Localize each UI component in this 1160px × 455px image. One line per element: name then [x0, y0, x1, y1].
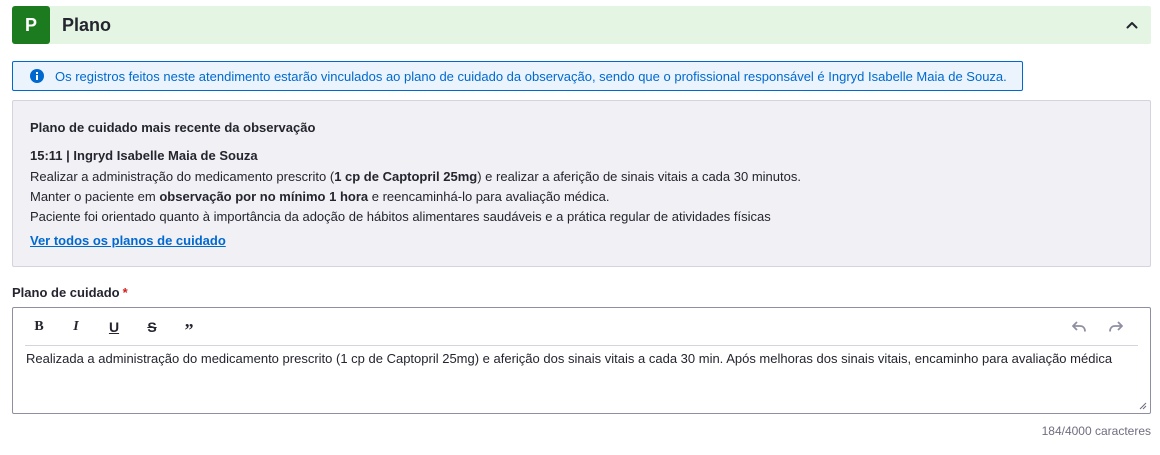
recent-plan-heading: Plano de cuidado mais recente da observa…	[30, 120, 316, 135]
plan-entry-line: Manter o paciente em observação por no m…	[30, 189, 610, 204]
section-badge: P	[12, 6, 50, 44]
required-mark: *	[122, 285, 128, 300]
editor-toolbar: B I U S ”	[13, 308, 1150, 346]
undo-icon	[1072, 321, 1086, 332]
info-icon	[29, 68, 45, 84]
section-header-plano[interactable]: P Plano	[12, 6, 1151, 44]
bold-button[interactable]: B	[27, 316, 51, 338]
plan-entry-line: Paciente foi orientado quanto à importân…	[30, 209, 771, 224]
alert-text: Os registros feitos neste atendimento es…	[55, 68, 1007, 84]
collapse-button[interactable]	[1121, 15, 1143, 35]
italic-button[interactable]: I	[64, 316, 88, 338]
plan-entry-line: Realizar a administração do medicamento …	[30, 169, 801, 184]
underline-button[interactable]: U	[102, 316, 126, 338]
see-all-plans-link[interactable]: Ver todos os planos de cuidado	[30, 233, 226, 248]
editor-text[interactable]: Realizada a administração do medicamento…	[26, 350, 1138, 368]
redo-icon	[1109, 321, 1123, 332]
plan-entry-header: 15:11 | Ingryd Isabelle Maia de Souza	[30, 148, 258, 163]
care-plan-label: Plano de cuidado *	[12, 285, 128, 300]
section-title: Plano	[62, 15, 112, 35]
redo-button[interactable]	[1104, 316, 1128, 338]
care-plan-editor[interactable]: B I U S ” Realizada a administração do m…	[12, 307, 1151, 414]
plan-entry-text: Realizar a administração do medicamento …	[30, 167, 801, 227]
resize-grip-icon[interactable]	[1137, 400, 1147, 410]
toolbar-divider	[25, 345, 1138, 346]
quote-button[interactable]: ”	[177, 316, 201, 340]
undo-button[interactable]	[1067, 316, 1091, 338]
character-counter: 184/4000 caracteres	[1041, 424, 1151, 438]
recent-plan-panel: Plano de cuidado mais recente da observa…	[12, 100, 1151, 267]
strikethrough-button[interactable]: S	[140, 316, 164, 338]
chevron-up-icon	[1126, 22, 1138, 29]
info-alert: Os registros feitos neste atendimento es…	[12, 61, 1023, 91]
